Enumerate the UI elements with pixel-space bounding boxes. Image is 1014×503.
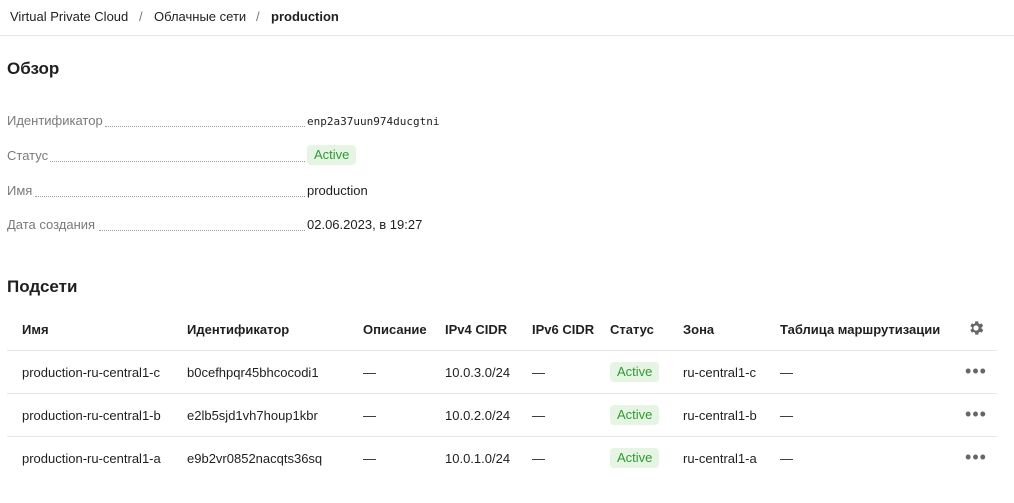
subnet-route-table-cell: —: [780, 350, 955, 394]
table-row[interactable]: production-ru-central1-b e2lb5sjd1vh7hou…: [7, 393, 997, 437]
property-row-id: Идентификатор enp2a37uun974ducgtni: [7, 113, 607, 133]
subnet-description-cell: —: [363, 393, 445, 437]
subnet-id-cell: e2lb5sjd1vh7houp1kbr: [187, 393, 363, 437]
subnet-zone-cell: ru-central1-b: [683, 393, 780, 437]
breadcrumb: Virtual Private Cloud / Облачные сети / …: [0, 0, 1014, 36]
column-header-route-table[interactable]: Таблица маршрутизации: [780, 308, 955, 351]
column-header-description[interactable]: Описание: [363, 308, 445, 351]
gear-icon[interactable]: [967, 319, 985, 337]
subnet-id-cell: e9b2vr0852nacqts36sq: [187, 450, 323, 466]
subnets-table: Имя Идентификатор Описание IPv4 CIDR IPv…: [7, 308, 997, 479]
subnet-ipv6-cell: —: [532, 393, 610, 437]
status-badge: Active: [610, 448, 660, 468]
dotted-leader: [35, 196, 305, 197]
column-header-zone[interactable]: Зона: [683, 308, 780, 351]
property-label: Статус: [7, 148, 51, 163]
property-label: Идентификатор: [7, 113, 105, 128]
subnet-name-cell[interactable]: production-ru-central1-a: [7, 437, 187, 480]
subnet-ipv4-cell: 10.0.1.0/24: [445, 450, 511, 466]
subnet-route-table-cell: —: [780, 393, 955, 437]
breadcrumb-separator: /: [139, 9, 143, 24]
subnet-status-cell: Active: [610, 350, 683, 394]
property-row-status: Статус Active: [7, 145, 607, 168]
dotted-leader: [99, 230, 305, 231]
row-actions-cell: •••: [955, 437, 997, 480]
subnets-title: Подсети: [7, 277, 78, 296]
more-actions-icon[interactable]: •••: [965, 404, 987, 424]
breadcrumb-networks-link[interactable]: Облачные сети: [154, 9, 246, 24]
status-badge: Active: [307, 145, 357, 165]
dotted-leader: [50, 161, 305, 162]
dotted-leader: [105, 126, 305, 127]
property-label: Дата создания: [7, 217, 98, 232]
subnet-ipv4-cell: 10.0.2.0/24: [445, 393, 532, 437]
network-name-value: production: [307, 183, 368, 198]
subnet-zone-cell: ru-central1-c: [683, 350, 780, 394]
subnet-description-cell: —: [363, 350, 445, 394]
subnet-status-cell: Active: [610, 437, 683, 480]
column-header-ipv4[interactable]: IPv4 CIDR: [445, 308, 532, 351]
column-header-status[interactable]: Статус: [610, 308, 683, 351]
subnet-id-cell: b0cefhpqr45bhcocodi1: [187, 350, 363, 394]
subnet-zone-cell: ru-central1-a: [683, 450, 757, 466]
column-header-ipv6[interactable]: IPv6 CIDR: [532, 308, 610, 351]
subnet-ipv6-cell: —: [532, 350, 610, 394]
status-badge: Active: [610, 405, 660, 425]
column-header-id[interactable]: Идентификатор: [187, 308, 363, 351]
overview-title: Обзор: [7, 59, 60, 78]
subnet-name-cell[interactable]: production-ru-central1-b: [7, 393, 187, 437]
property-row-created: Дата создания 02.06.2023, в 19:27: [7, 217, 607, 237]
table-row[interactable]: production-ru-central1-c b0cefhpqr45bhco…: [7, 350, 997, 394]
table-header-row: Имя Идентификатор Описание IPv4 CIDR IPv…: [7, 308, 997, 351]
row-actions-cell: •••: [955, 393, 997, 437]
row-actions-cell: •••: [955, 350, 997, 394]
subnet-status-cell: Active: [610, 393, 683, 437]
more-actions-icon[interactable]: •••: [965, 447, 987, 467]
subnet-ipv4-cell: 10.0.3.0/24: [445, 350, 532, 394]
breadcrumb-vpc-link[interactable]: Virtual Private Cloud: [10, 9, 128, 24]
subnet-route-table-cell: —: [780, 450, 793, 466]
property-label: Имя: [7, 183, 35, 198]
created-date-value: 02.06.2023, в 19:27: [307, 217, 423, 232]
network-id-value: enp2a37uun974ducgtni: [307, 115, 440, 128]
table-settings-button[interactable]: [955, 308, 997, 351]
breadcrumb-current: production: [271, 9, 339, 24]
subnet-name-cell[interactable]: production-ru-central1-c: [7, 350, 187, 394]
table-row[interactable]: production-ru-central1-a e9b2vr0852nacqt…: [7, 437, 997, 480]
more-actions-icon[interactable]: •••: [965, 361, 987, 381]
status-badge: Active: [610, 362, 660, 382]
subnet-description-cell: —: [363, 450, 376, 466]
breadcrumb-separator: /: [256, 9, 260, 24]
subnet-ipv6-cell: —: [532, 450, 545, 466]
column-header-name[interactable]: Имя: [7, 308, 187, 351]
property-row-name: Имя production: [7, 183, 607, 203]
